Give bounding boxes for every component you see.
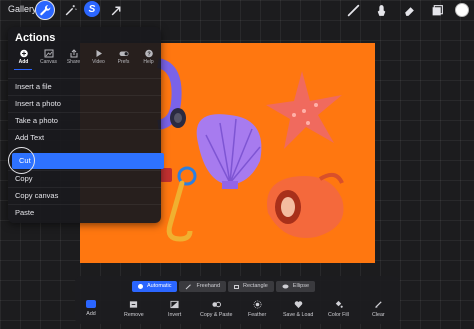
automatic-icon — [138, 284, 143, 289]
menu-add-text[interactable]: Add Text — [8, 129, 161, 145]
magic-wand-icon[interactable] — [62, 2, 78, 18]
starfish-illustration — [266, 71, 342, 149]
tool-label: Clear — [372, 312, 385, 318]
menu-copy-canvas[interactable]: Copy canvas — [8, 187, 161, 203]
invert-icon — [170, 300, 179, 309]
actions-tabs: Add Canvas Share Video Prefs ? Help — [11, 49, 161, 69]
mode-automatic[interactable]: Automatic — [132, 281, 178, 292]
mode-freehand[interactable]: Freehand — [179, 281, 227, 292]
brush-icon[interactable] — [345, 2, 361, 18]
transform-arrow-icon[interactable] — [108, 2, 124, 18]
tab-label: Add — [18, 59, 29, 65]
clear-icon — [374, 301, 382, 309]
tool-label: Add — [86, 311, 96, 317]
rectangle-icon — [234, 284, 240, 289]
layers-icon[interactable] — [429, 2, 445, 18]
menu-insert-file[interactable]: Insert a file — [8, 78, 161, 94]
save-load-button[interactable]: Save & Load — [283, 300, 313, 324]
color-swatch[interactable] — [455, 3, 469, 17]
mode-label: Automatic — [147, 283, 172, 289]
menu-take-photo[interactable]: Take a photo — [8, 112, 161, 128]
copy-paste-icon — [212, 301, 221, 308]
remove-icon — [130, 301, 138, 308]
mode-label: Rectangle — [243, 283, 268, 289]
mode-label: Freehand — [196, 283, 221, 289]
copy-paste-button[interactable]: Copy & Paste — [200, 300, 232, 324]
freehand-icon — [186, 283, 192, 289]
tab-label: Canvas — [40, 59, 57, 65]
selection-modes: Automatic Freehand Rectangle Ellipse — [132, 281, 315, 292]
heart-icon — [294, 301, 302, 309]
tab-add[interactable]: Add — [11, 49, 36, 69]
actions-title: Actions — [15, 32, 56, 44]
active-tab-indicator — [14, 69, 32, 70]
tab-help[interactable]: ? Help — [136, 49, 161, 69]
canvas-icon — [44, 49, 53, 58]
selection-tools: Add Remove Invert Copy & Paste Feather S… — [80, 300, 395, 324]
tab-label: Prefs — [117, 59, 130, 65]
conch-shell-illustration — [267, 172, 344, 238]
toggle-icon — [119, 51, 128, 56]
menu-copy[interactable]: Copy — [8, 170, 161, 186]
clear-button[interactable]: Clear — [372, 300, 385, 324]
color-fill-icon — [335, 300, 343, 308]
tab-label: Share — [66, 59, 81, 65]
invert-button[interactable]: Invert — [168, 300, 181, 324]
scallop-shell-illustration — [196, 114, 262, 189]
top-toolbar: Gallery S — [0, 0, 474, 20]
ellipse-icon — [282, 284, 289, 289]
mode-ellipse[interactable]: Ellipse — [275, 281, 315, 292]
menu-insert-photo[interactable]: Insert a photo — [8, 95, 161, 111]
menu-paste[interactable]: Paste — [8, 204, 161, 220]
tab-canvas[interactable]: Canvas — [36, 49, 61, 69]
eraser-icon[interactable] — [401, 2, 417, 18]
tool-label: Save & Load — [283, 312, 314, 318]
tab-label: Help — [143, 59, 154, 65]
share-icon — [70, 49, 77, 58]
tab-prefs[interactable]: Prefs — [111, 49, 136, 69]
video-icon — [96, 50, 102, 57]
tab-video[interactable]: Video — [86, 49, 111, 69]
goggles-illustration — [156, 58, 186, 130]
tap-indicator — [8, 147, 35, 174]
tool-label: Invert — [168, 312, 182, 318]
feather-icon — [253, 300, 262, 309]
mode-label: Ellipse — [292, 283, 309, 289]
feather-button[interactable]: Feather — [248, 300, 266, 324]
mode-rectangle[interactable]: Rectangle — [228, 281, 274, 292]
actions-panel: Actions Add Canvas Share Video Prefs ? H… — [8, 27, 164, 223]
add-icon — [19, 49, 28, 58]
tab-share[interactable]: Share — [61, 49, 86, 69]
help-icon: ? — [144, 49, 153, 58]
add-icon — [86, 300, 96, 308]
tab-label: Video — [92, 59, 105, 65]
gallery-button[interactable]: Gallery — [8, 4, 37, 14]
selection-s-icon[interactable]: S — [84, 1, 100, 17]
tool-label: Copy & Paste — [200, 312, 233, 318]
remove-button[interactable]: Remove — [124, 300, 144, 324]
tool-label: Feather — [248, 312, 267, 318]
add-button[interactable]: Add — [86, 300, 96, 324]
wrench-icon[interactable] — [35, 0, 55, 20]
snorkel-illustration — [160, 166, 197, 242]
tool-label: Color Fill — [328, 312, 349, 318]
color-fill-button[interactable]: Color Fill — [328, 300, 349, 324]
smudge-icon[interactable] — [373, 2, 389, 18]
tool-label: Remove — [124, 312, 144, 318]
